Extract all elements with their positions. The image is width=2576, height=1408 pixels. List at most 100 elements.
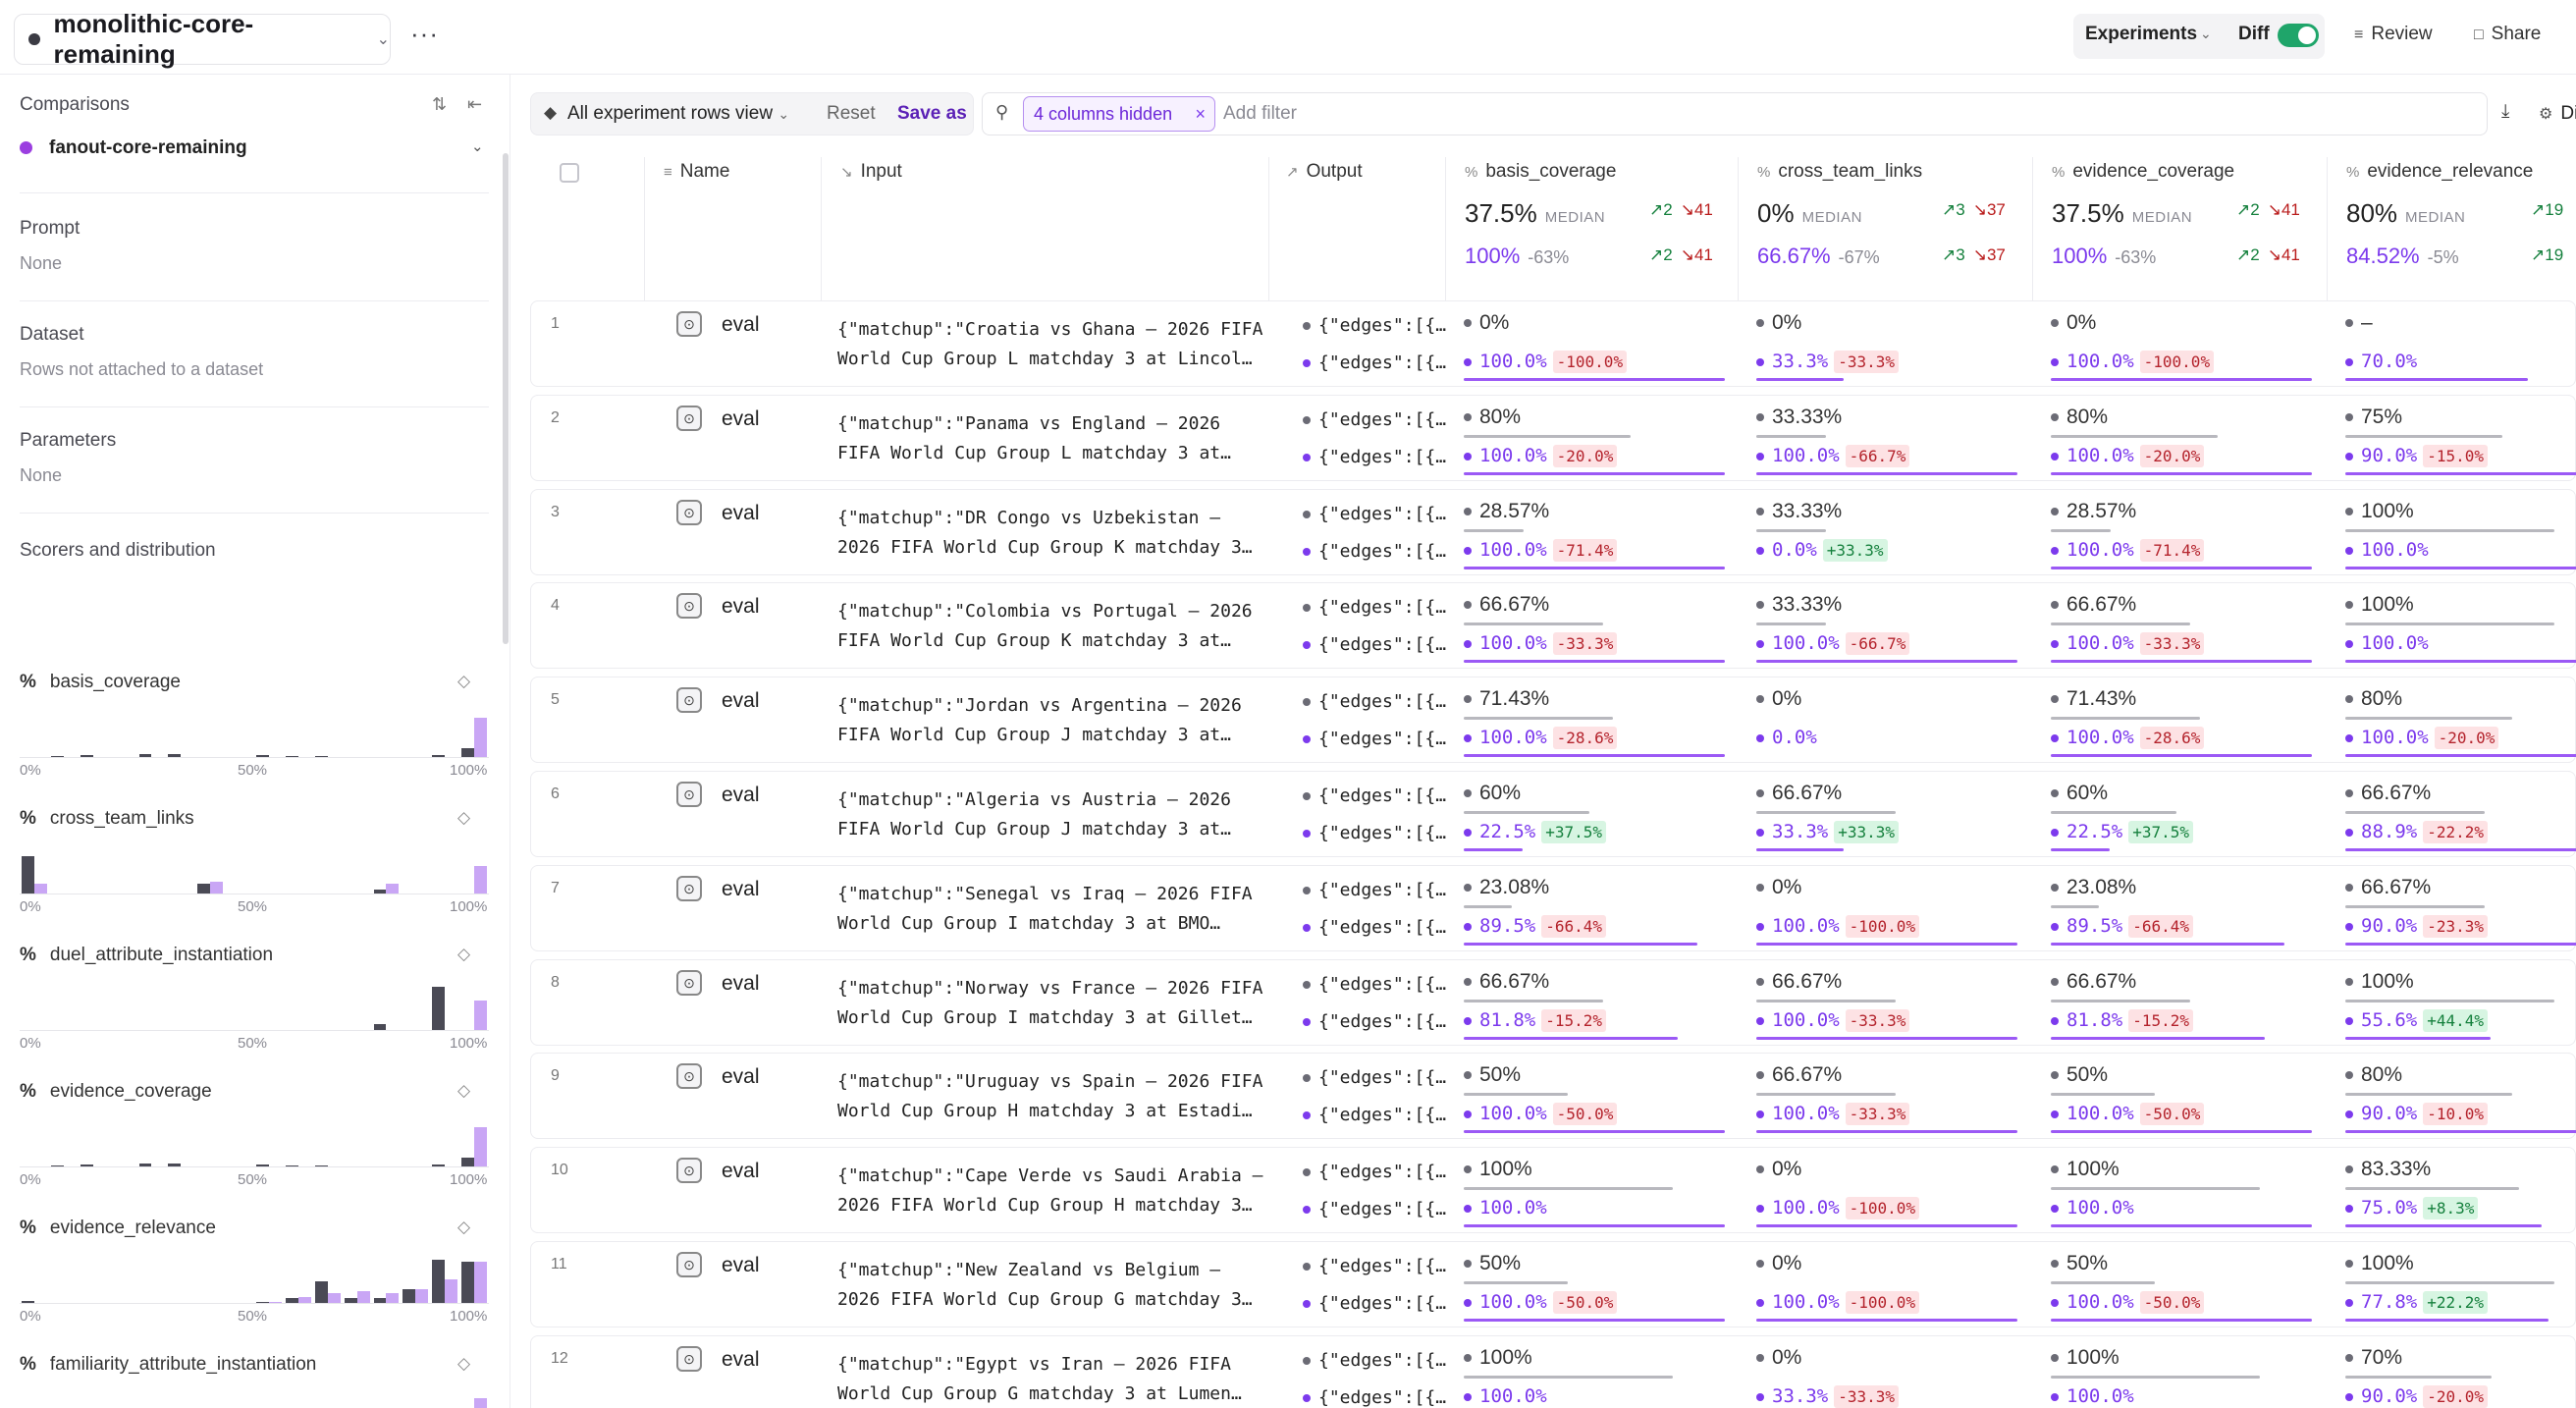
row-input[interactable]: {"matchup":"Jordan vs Argentina – 2026 FI… <box>837 691 1269 750</box>
score-base[interactable]: 66.67% <box>2345 782 2431 805</box>
score-comparison[interactable]: 100.0% -71.4% <box>2051 539 2205 562</box>
score-comparison[interactable]: 33.3% -33.3% <box>1756 351 1899 373</box>
comparison-selector[interactable]: fanout-core-remaining <box>49 137 247 159</box>
score-base[interactable]: 66.67% <box>1464 970 1549 994</box>
improvement-regression-counts[interactable]: ↗19 <box>2531 200 2563 220</box>
scorer-evidence-relevance[interactable]: % evidence_relevance <box>20 1218 216 1239</box>
row-output-comparison[interactable]: {"edges":[{… <box>1303 634 1452 655</box>
row-output-comparison[interactable]: {"edges":[{… <box>1303 1199 1452 1219</box>
span-icon[interactable]: ⊙ <box>676 1063 702 1089</box>
table-row[interactable]: 2 ⊙ eval {"matchup":"Panama vs England – 20… <box>530 395 2576 481</box>
table-row[interactable]: 12 ⊙ eval {"matchup":"Egypt vs Iran – 2026 … <box>530 1335 2576 1408</box>
score-comparison[interactable]: 100.0% -20.0% <box>2051 445 2205 467</box>
row-output-comparison[interactable]: {"edges":[{… <box>1303 541 1452 562</box>
score-base[interactable]: 100% <box>1464 1158 1532 1181</box>
column-header-output[interactable]: ↗ Output <box>1286 161 1363 183</box>
row-output-base[interactable]: {"edges":[{… <box>1303 1067 1452 1088</box>
span-icon[interactable]: ⊙ <box>676 311 702 337</box>
score-comparison[interactable]: 100.0% <box>2345 539 2429 561</box>
score-comparison[interactable]: 100.0% -20.0% <box>2345 727 2499 749</box>
collapse-sidebar-icon[interactable]: ⇤ <box>467 94 482 115</box>
score-comparison[interactable]: 75.0% +8.3% <box>2345 1197 2479 1219</box>
row-input[interactable]: {"matchup":"Algeria vs Austria – 2026 FIF… <box>837 785 1269 844</box>
score-base[interactable]: 100% <box>2345 500 2414 523</box>
score-comparison[interactable]: 100.0% -100.0% <box>1756 1197 1920 1219</box>
span-icon[interactable]: ⊙ <box>676 1252 702 1277</box>
row-output-base[interactable]: {"edges":[{… <box>1303 315 1452 336</box>
row-output-base[interactable]: {"edges":[{… <box>1303 691 1452 712</box>
row-output-base[interactable]: {"edges":[{… <box>1303 597 1452 618</box>
score-base[interactable]: 100% <box>2345 1252 2414 1275</box>
score-comparison[interactable]: 100.0% <box>2051 1385 2134 1407</box>
score-base[interactable]: 66.67% <box>1464 593 1549 617</box>
score-comparison[interactable]: 33.3% -33.3% <box>1756 1385 1899 1408</box>
improvement-regression-counts[interactable]: ↗2 ↘41 <box>1649 200 1713 220</box>
score-comparison[interactable]: 100.0% <box>1464 1197 1547 1218</box>
score-base[interactable]: 75% <box>2345 406 2402 429</box>
score-base[interactable]: 23.08% <box>2051 876 2136 899</box>
score-comparison[interactable]: 100.0% -71.4% <box>1464 539 1618 562</box>
save-as-button[interactable]: Save as <box>897 103 967 125</box>
table-row[interactable]: 4 ⊙ eval {"matchup":"Colombia vs Portugal –… <box>530 582 2576 669</box>
score-comparison[interactable]: 0.0% +33.3% <box>1756 539 1888 562</box>
improvement-regression-counts[interactable]: ↗3 ↘37 <box>1942 245 2006 265</box>
row-output-comparison[interactable]: {"edges":[{… <box>1303 1293 1452 1314</box>
view-selector[interactable]: All experiment rows view ⌄ <box>567 103 789 125</box>
score-comparison[interactable]: 70.0% <box>2345 351 2417 372</box>
row-output-comparison[interactable]: {"edges":[{… <box>1303 352 1452 373</box>
score-base[interactable]: 83.33% <box>2345 1158 2431 1181</box>
column-header-input[interactable]: ↘ Input <box>840 161 902 183</box>
score-base[interactable]: 80% <box>2345 687 2402 711</box>
score-base[interactable]: 0% <box>1756 687 1801 711</box>
score-base[interactable]: 66.67% <box>2345 876 2431 899</box>
span-icon[interactable]: ⊙ <box>676 876 702 901</box>
table-row[interactable]: 10 ⊙ eval {"matchup":"Cape Verde vs Saudi A… <box>530 1147 2576 1233</box>
score-comparison[interactable]: 100.0% -50.0% <box>2051 1291 2205 1314</box>
table-row[interactable]: 8 ⊙ eval {"matchup":"Norway vs France – 202… <box>530 959 2576 1046</box>
select-all-checkbox[interactable] <box>560 163 579 183</box>
scorer-cross-team-links[interactable]: % cross_team_links <box>20 808 194 830</box>
score-comparison[interactable]: 100.0% <box>1464 1385 1547 1407</box>
score-comparison[interactable]: 100.0% -33.3% <box>1756 1009 1910 1032</box>
score-comparison[interactable]: 100.0% -28.6% <box>1464 727 1618 749</box>
score-base[interactable]: – <box>2345 311 2373 335</box>
score-base[interactable]: 66.67% <box>1756 970 1842 994</box>
diamond-icon[interactable]: ◇ <box>457 1081 470 1101</box>
scorer-evidence-coverage[interactable]: % evidence_coverage <box>20 1081 212 1103</box>
score-comparison[interactable]: 100.0% <box>2051 1197 2134 1218</box>
score-comparison[interactable]: 100.0% -100.0% <box>1756 1291 1920 1314</box>
row-input[interactable]: {"matchup":"Egypt vs Iran – 2026 FIFA Wor… <box>837 1350 1269 1408</box>
score-comparison[interactable]: 100.0% -33.3% <box>1464 632 1618 655</box>
row-output-comparison[interactable]: {"edges":[{… <box>1303 917 1452 938</box>
scorer-familiarity-attribute-instantiation[interactable]: % familiarity_attribute_instantiation <box>20 1354 316 1376</box>
score-comparison[interactable]: 90.0% -15.0% <box>2345 445 2488 467</box>
score-comparison[interactable]: 89.5% -66.4% <box>2051 915 2193 938</box>
score-comparison[interactable]: 88.9% -22.2% <box>2345 821 2488 843</box>
row-output-base[interactable]: {"edges":[{… <box>1303 409 1452 430</box>
score-base[interactable]: 50% <box>1464 1063 1521 1087</box>
score-base[interactable]: 50% <box>2051 1063 2108 1087</box>
row-output-base[interactable]: {"edges":[{… <box>1303 974 1452 995</box>
project-selector[interactable]: monolithic-core-remaining ⌄ <box>14 9 391 69</box>
reset-button[interactable]: Reset <box>827 103 876 125</box>
score-base[interactable]: 70% <box>2345 1346 2402 1370</box>
row-input[interactable]: {"matchup":"Croatia vs Ghana – 2026 FIFA… <box>837 315 1269 374</box>
score-comparison[interactable]: 100.0% -100.0% <box>1756 915 1920 938</box>
more-options-icon[interactable]: ··· <box>410 21 439 46</box>
score-comparison[interactable]: 81.8% -15.2% <box>2051 1009 2193 1032</box>
table-row[interactable]: 6 ⊙ eval {"matchup":"Algeria vs Austria – 2… <box>530 771 2576 857</box>
score-base[interactable]: 33.33% <box>1756 500 1842 523</box>
score-comparison[interactable]: 100.0% -33.3% <box>2051 632 2205 655</box>
score-comparison[interactable]: 90.0% -20.0% <box>2345 1385 2488 1408</box>
score-comparison[interactable]: 100.0% <box>2345 632 2429 654</box>
row-output-base[interactable]: {"edges":[{… <box>1303 504 1452 524</box>
row-input[interactable]: {"matchup":"Uruguay vs Spain – 2026 FIFA… <box>837 1067 1269 1126</box>
span-icon[interactable]: ⊙ <box>676 500 702 525</box>
score-base[interactable]: 0% <box>1464 311 1509 335</box>
score-base[interactable]: 66.67% <box>2051 593 2136 617</box>
score-comparison[interactable]: 90.0% -10.0% <box>2345 1103 2488 1125</box>
score-comparison[interactable]: 22.5% +37.5% <box>1464 821 1606 843</box>
score-base[interactable]: 28.57% <box>2051 500 2136 523</box>
row-output-base[interactable]: {"edges":[{… <box>1303 880 1452 900</box>
row-input[interactable]: {"matchup":"New Zealand vs Belgium – 2026… <box>837 1256 1269 1315</box>
